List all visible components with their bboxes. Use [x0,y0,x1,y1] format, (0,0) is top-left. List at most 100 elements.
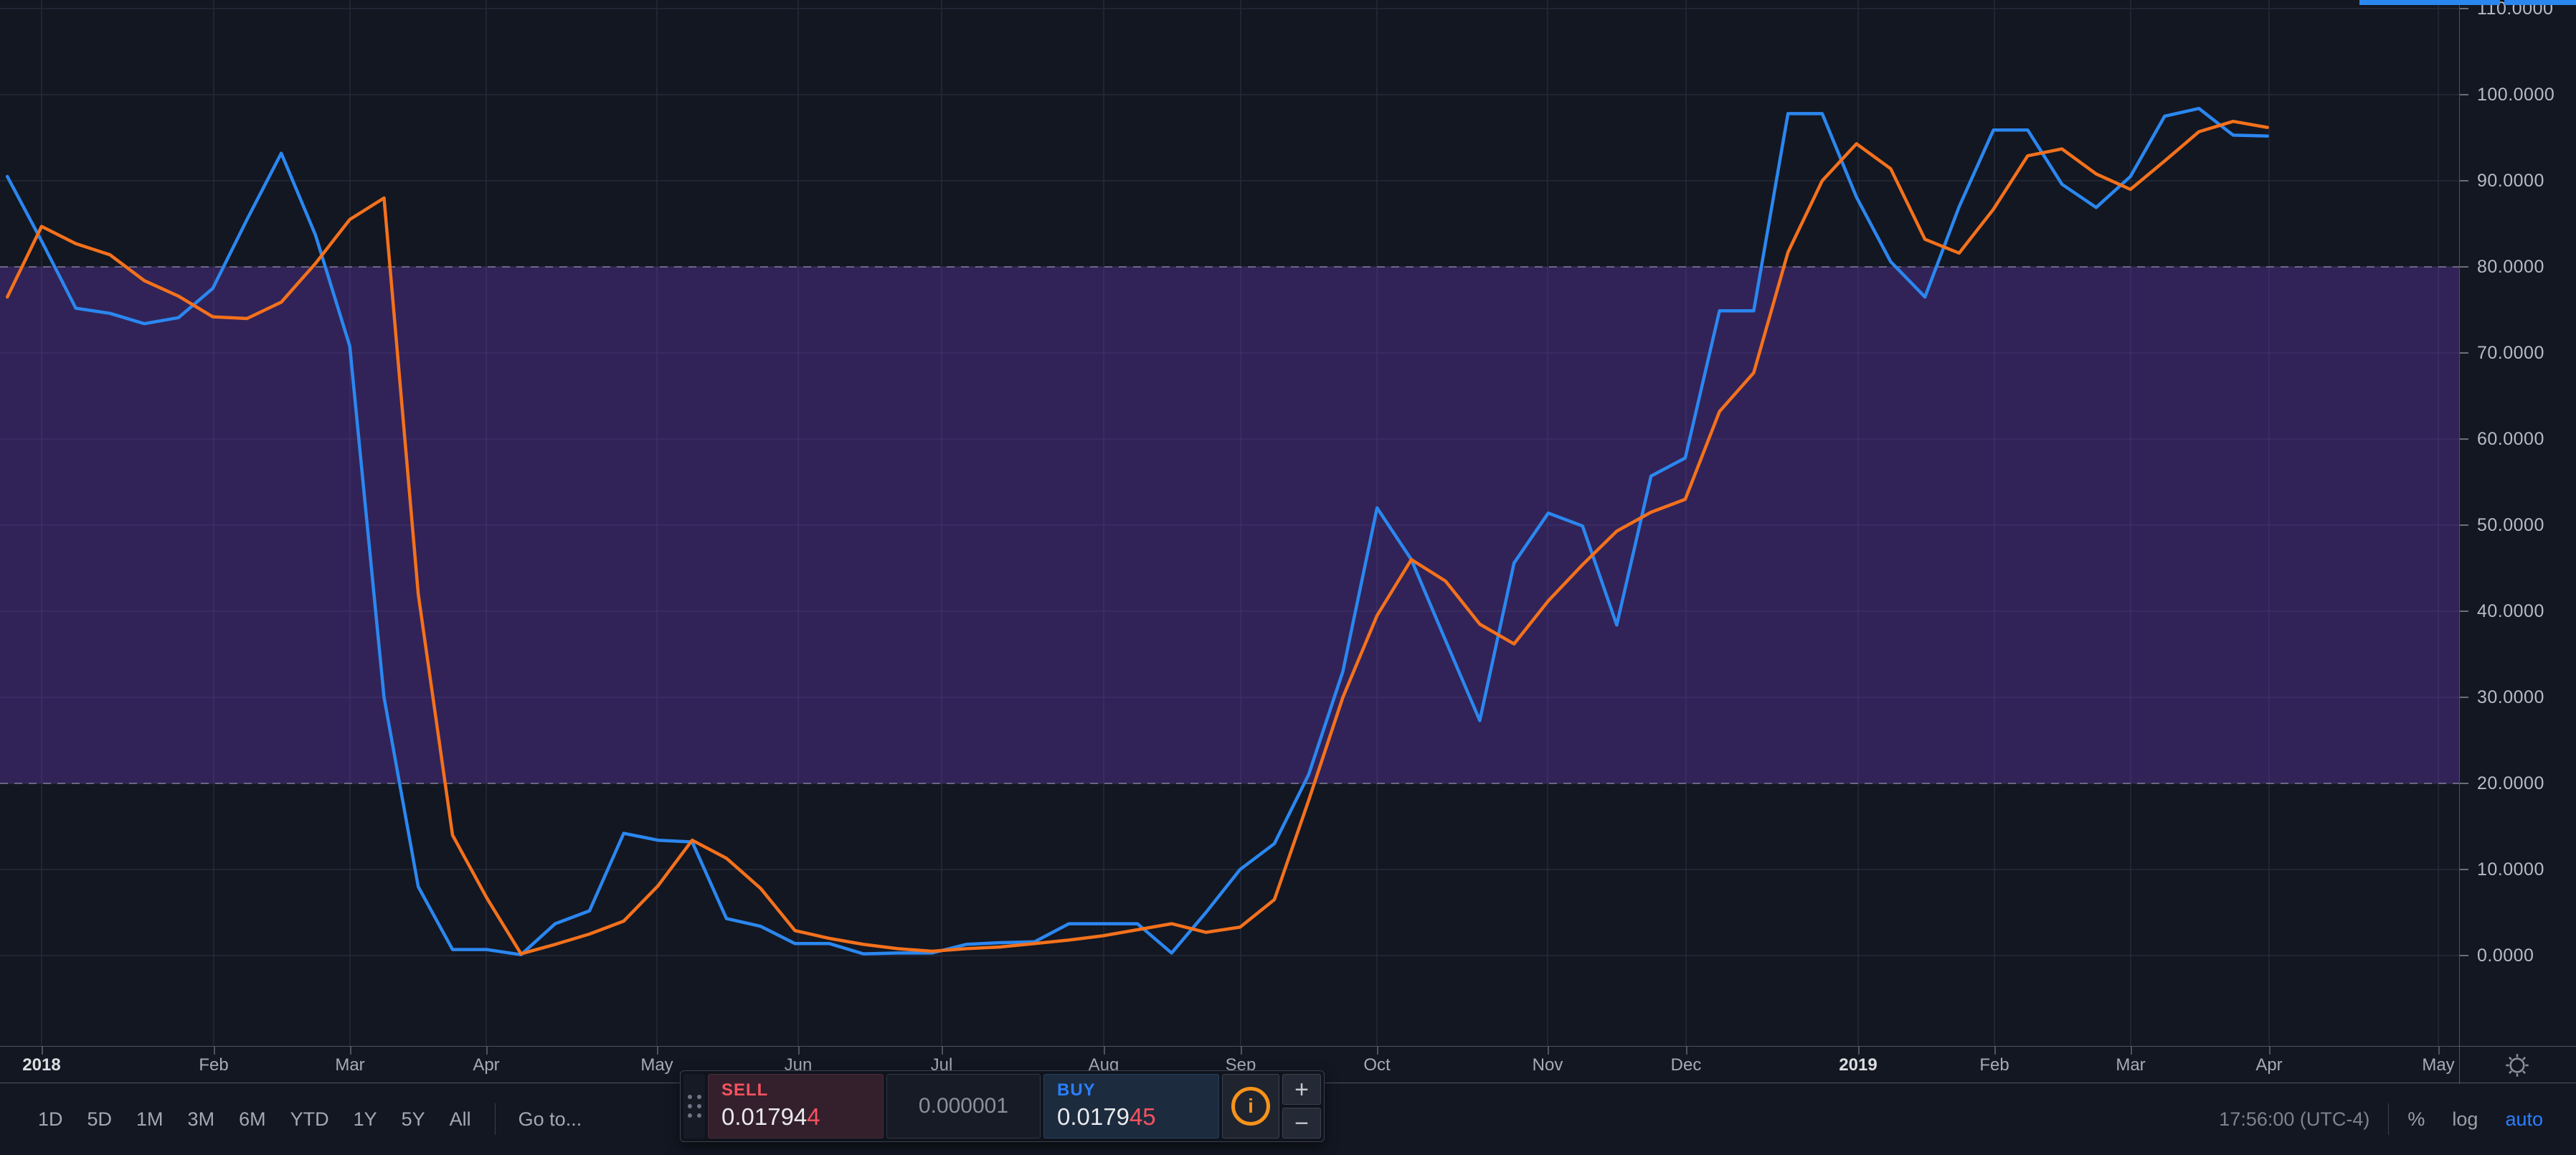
x-axis-tick [2438,1047,2440,1055]
status-cluster: 17:56:00 (UTC-4) % log auto [2219,1103,2576,1135]
x-axis-label-may: May [2422,1055,2454,1075]
gear-icon[interactable] [2504,1052,2530,1078]
x-axis-label-2018: 2018 [22,1055,60,1075]
percent-scale-toggle[interactable]: % [2407,1108,2425,1131]
buy-price: 0.017945 [1057,1103,1218,1131]
sell-price-highlight: 4 [807,1103,820,1130]
oversold-overbought-band [0,267,2459,783]
range-button-5y[interactable]: 5Y [389,1101,437,1138]
toolbar-divider [2388,1103,2389,1135]
y-axis-tick [2460,266,2468,268]
x-axis-tick [1241,1047,1242,1055]
auto-scale-toggle[interactable]: auto [2505,1108,2543,1131]
goto-button[interactable]: Go to... [507,1101,594,1138]
y-axis-label: 100.0000 [2477,84,2554,105]
x-axis-label-mar: Mar [335,1055,364,1075]
y-axis-label: 40.0000 [2477,600,2544,622]
range-button-6m[interactable]: 6M [227,1101,278,1138]
y-axis-label: 60.0000 [2477,428,2544,450]
info-icon-glyph: i [1231,1087,1270,1126]
y-axis-label: 10.0000 [2477,859,2544,880]
y-axis-tick [2460,524,2468,526]
trading-chart-window: 110.0000100.000090.000080.000070.000060.… [0,0,2576,1155]
x-axis-label-apr: Apr [2255,1055,2282,1075]
timezone-clock[interactable]: 17:56:00 (UTC-4) [2219,1108,2369,1131]
x-axis-label-may: May [640,1055,673,1075]
spread-number: 0.000001 [919,1094,1008,1118]
oscillator-chart[interactable] [0,0,2459,1046]
range-button-all[interactable]: All [437,1101,483,1138]
x-axis-tick [1994,1047,1996,1055]
y-axis-tick [2460,438,2468,440]
minus-button[interactable]: − [1282,1108,1321,1138]
drag-dots-icon [688,1095,701,1118]
spread-value: 0.000001 [886,1074,1041,1138]
date-range-buttons: 1D5D1M3M6MYTD1Y5YAll [26,1101,483,1138]
y-axis-label: 20.0000 [2477,773,2544,794]
log-scale-toggle[interactable]: log [2452,1108,2478,1131]
x-axis-label-mar: Mar [2116,1055,2145,1075]
sell-label: SELL [721,1080,883,1100]
loading-progress-bar [2359,0,2500,5]
x-axis-tick [2131,1047,2132,1055]
sell-price-main: 0.01794 [721,1103,807,1130]
x-axis-label-nov: Nov [1533,1055,1563,1075]
x-axis-label-dec: Dec [1671,1055,1702,1075]
x-axis-tick [1377,1047,1378,1055]
buy-button[interactable]: BUY 0.017945 [1043,1074,1219,1138]
buy-label: BUY [1057,1080,1218,1100]
y-axis-label: 90.0000 [2477,170,2544,192]
x-axis-label-2019: 2019 [1839,1055,1877,1075]
chart-plot-area[interactable] [0,0,2459,1046]
info-icon[interactable]: i [1222,1074,1279,1138]
y-axis-tick [2460,352,2468,354]
toolbar-divider [495,1103,496,1135]
range-button-1d[interactable]: 1D [26,1101,75,1138]
x-axis-tick [1104,1047,1105,1055]
y-axis-label: 50.0000 [2477,514,2544,536]
range-button-1m[interactable]: 1M [124,1101,176,1138]
y-axis-label: 80.0000 [2477,256,2544,278]
x-axis-tick [486,1047,488,1055]
buy-price-main: 0.0179 [1057,1103,1130,1130]
x-axis-label-oct: Oct [1363,1055,1390,1075]
quantity-stepper: + − [1282,1074,1321,1138]
y-axis-tick [2460,610,2468,612]
x-axis-tick [798,1047,800,1055]
x-axis-label-feb: Feb [199,1055,228,1075]
gear-icon-glyph [2504,1052,2530,1078]
x-axis-label-feb: Feb [1979,1055,2009,1075]
loading-progress-bar [2504,0,2576,5]
drag-handle-icon[interactable] [683,1074,705,1138]
x-axis-tick [1686,1047,1687,1055]
x-axis-tick [350,1047,351,1055]
y-axis-tick [2460,869,2468,870]
y-axis-tick [2460,94,2468,95]
range-button-1y[interactable]: 1Y [341,1101,389,1138]
y-axis-label: 0.0000 [2477,945,2534,966]
y-axis-tick [2460,783,2468,784]
sell-button[interactable]: SELL 0.017944 [708,1074,884,1138]
y-axis-tick [2460,955,2468,956]
x-axis-tick [2269,1047,2270,1055]
y-axis-label: 30.0000 [2477,687,2544,708]
x-axis-label-apr: Apr [473,1055,499,1075]
y-axis-tick [2460,180,2468,182]
range-button-5d[interactable]: 5D [75,1101,125,1138]
x-axis-tick [1858,1047,1860,1055]
x-axis-tick [42,1047,43,1055]
plus-button[interactable]: + [1282,1074,1321,1105]
axis-corner-divider [2459,1047,2460,1084]
x-axis-tick [657,1047,658,1055]
range-button-ytd[interactable]: YTD [278,1101,341,1138]
x-axis-tick [942,1047,943,1055]
y-axis-tick [2460,8,2468,9]
buy-sell-widget: SELL 0.017944 0.000001 BUY 0.017945 i + … [680,1070,1325,1142]
y-axis-tick [2460,697,2468,698]
price-axis[interactable]: 110.0000100.000090.000080.000070.000060.… [2459,0,2576,1046]
sell-price: 0.017944 [721,1103,883,1131]
range-button-3m[interactable]: 3M [176,1101,227,1138]
x-axis-tick [214,1047,215,1055]
x-axis-tick [1548,1047,1549,1055]
buy-price-highlight: 45 [1130,1103,1156,1130]
